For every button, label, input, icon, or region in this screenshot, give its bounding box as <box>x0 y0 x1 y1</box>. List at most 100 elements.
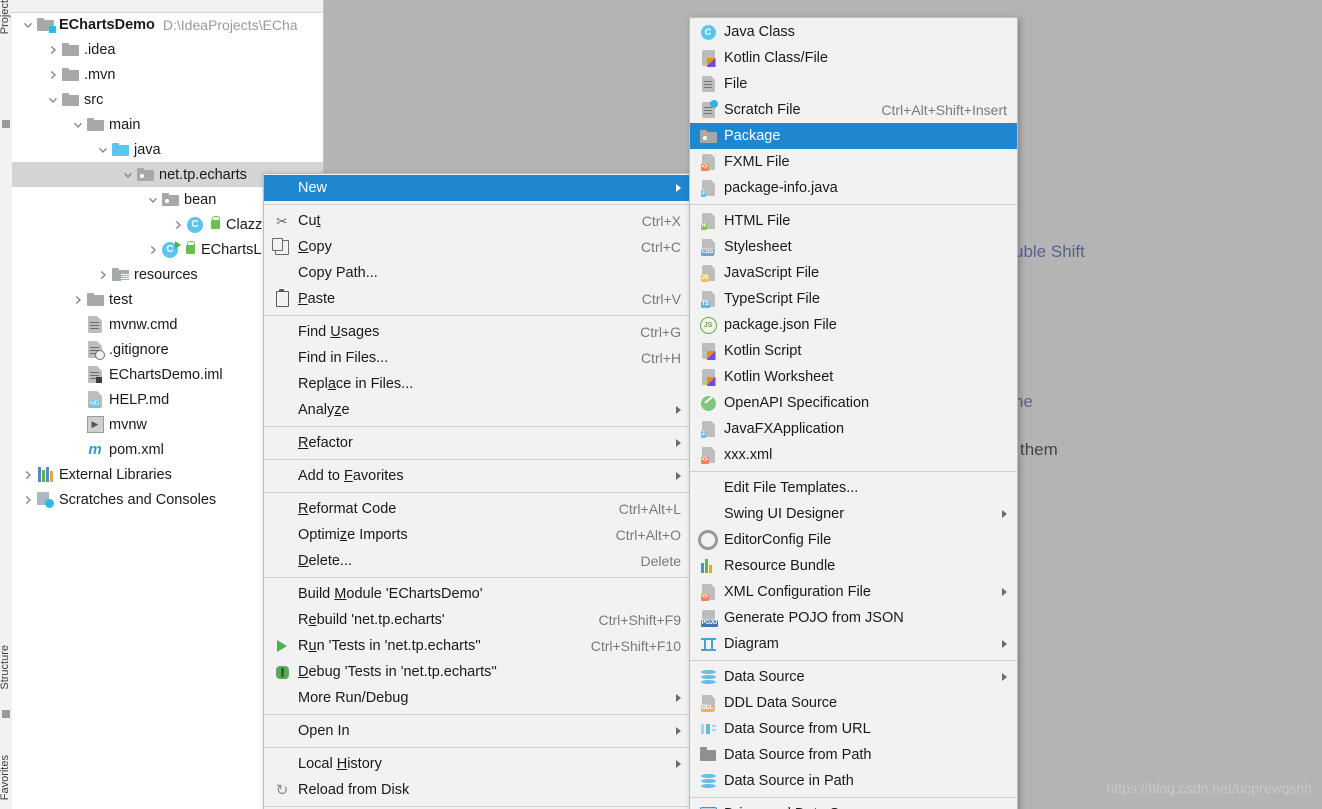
new-submenu-item[interactable]: Package <box>690 123 1017 149</box>
new-submenu-item[interactable]: OpenAPI Specification <box>690 390 1017 416</box>
chevron-down-icon[interactable] <box>120 167 136 183</box>
chevron-right-icon[interactable] <box>70 292 86 308</box>
new-submenu-item[interactable]: Data Source in Path <box>690 768 1017 794</box>
context-menu-item[interactable]: Refactor <box>264 430 691 456</box>
context-menu-item[interactable]: Run 'Tests in 'net.tp.echarts'' Ctrl+Shif… <box>264 633 691 659</box>
new-submenu-item[interactable]: Jpackage-info.java <box>690 175 1017 201</box>
file-icon <box>698 75 718 93</box>
new-submenu-item[interactable]: C Java Class <box>690 19 1017 45</box>
menu-icon-empty <box>272 585 292 603</box>
new-submenu-item[interactable]: Data Source from URL <box>690 716 1017 742</box>
new-submenu[interactable]: C Java Class Kotlin Class/File File Scratch … <box>689 17 1018 809</box>
chevron-down-icon[interactable] <box>95 142 111 158</box>
context-menu-item[interactable]: More Run/Debug <box>264 685 691 711</box>
menu-icon-empty <box>272 349 292 367</box>
new-submenu-item[interactable]: <> xxx.xml <box>690 442 1017 468</box>
context-menu-item[interactable]: ✂ Cut Ctrl+X <box>264 208 691 234</box>
context-menu-item[interactable]: ↻ Reload from Disk <box>264 777 691 803</box>
new-submenu-item[interactable]: JS JavaScript File <box>690 260 1017 286</box>
debug-icon <box>275 665 289 679</box>
new-submenu-item[interactable]: Kotlin Script <box>690 338 1017 364</box>
new-submenu-item[interactable]: Scratch File Ctrl+Alt+Shift+Insert <box>690 97 1017 123</box>
context-menu-item[interactable]: Reformat Code Ctrl+Alt+L <box>264 496 691 522</box>
module-folder-icon <box>36 16 56 34</box>
tree-item-label: Clazz <box>226 216 263 233</box>
context-menu[interactable]: New ✂ Cut Ctrl+X Copy Ctrl+C Copy Path... Paste… <box>263 173 692 809</box>
context-menu-item[interactable]: Delete... Delete <box>264 548 691 574</box>
context-menu-item[interactable]: Rebuild 'net.tp.echarts' Ctrl+Shift+F9 <box>264 607 691 633</box>
tree-row[interactable]: .idea <box>12 37 323 62</box>
new-submenu-item[interactable]: H HTML File <box>690 208 1017 234</box>
chevron-right-icon[interactable] <box>95 267 111 283</box>
chevron-down-icon[interactable] <box>45 92 61 108</box>
tree-row[interactable]: .mvn <box>12 62 323 87</box>
tree-item-label: resources <box>134 266 198 283</box>
folder-open-icon <box>700 746 716 761</box>
new-submenu-item[interactable]: Driver and Data Source <box>690 801 1017 809</box>
context-menu-item[interactable]: Find Usages Ctrl+G <box>264 319 691 345</box>
context-menu-item[interactable]: Analyze <box>264 397 691 423</box>
menu-item-label: OpenAPI Specification <box>724 395 870 411</box>
menu-item-shortcut: Ctrl+C <box>640 239 681 255</box>
openapi-icon <box>700 395 716 411</box>
chevron-right-icon[interactable] <box>20 467 36 483</box>
new-submenu-item[interactable]: POJO Generate POJO from JSON <box>690 605 1017 631</box>
new-submenu-item[interactable]: Kotlin Class/File <box>690 45 1017 71</box>
context-menu-item[interactable]: Copy Path... <box>264 260 691 286</box>
nodejs-icon: JS <box>699 316 717 334</box>
menu-separator <box>264 714 691 715</box>
context-menu-item[interactable]: Open In <box>264 718 691 744</box>
tree-row[interactable]: main <box>12 112 323 137</box>
new-submenu-item[interactable]: JS package.json File <box>690 312 1017 338</box>
new-submenu-item[interactable]: CSS Stylesheet <box>690 234 1017 260</box>
tool-window-structure-label[interactable]: Structure <box>0 645 11 690</box>
context-menu-item[interactable]: Copy Ctrl+C <box>264 234 691 260</box>
chevron-down-icon[interactable] <box>70 117 86 133</box>
diagram-icon <box>700 637 716 651</box>
context-menu-item[interactable]: New <box>264 175 691 201</box>
html-file-icon: H <box>698 212 718 230</box>
new-submenu-item[interactable]: <> FXML File <box>690 149 1017 175</box>
new-submenu-item[interactable]: Swing UI Designer <box>690 501 1017 527</box>
new-submenu-item[interactable]: Resource Bundle <box>690 553 1017 579</box>
tool-window-favorites-label[interactable]: Favorites <box>0 755 11 800</box>
chevron-right-icon[interactable] <box>145 242 161 258</box>
new-submenu-item[interactable]: File <box>690 71 1017 97</box>
context-menu-item[interactable]: Build Module 'EChartsDemo' <box>264 581 691 607</box>
context-menu-item[interactable]: Optimize Imports Ctrl+Alt+O <box>264 522 691 548</box>
new-submenu-item[interactable]: Data Source from Path <box>690 742 1017 768</box>
chevron-down-icon[interactable] <box>145 192 161 208</box>
context-menu-item[interactable]: Add to Favorites <box>264 463 691 489</box>
tree-row[interactable]: EChartsDemo D:\IdeaProjects\ECha <box>12 12 323 37</box>
new-submenu-item[interactable]: <> XML Configuration File <box>690 579 1017 605</box>
chevron-right-icon[interactable] <box>170 217 186 233</box>
new-submenu-item[interactable]: Data Source <box>690 664 1017 690</box>
html-file-icon: H <box>700 213 715 230</box>
new-submenu-item[interactable]: TS TypeScript File <box>690 286 1017 312</box>
cut-icon: ✂ <box>272 212 292 230</box>
kotlin-file-icon <box>701 369 715 385</box>
tree-row[interactable]: java <box>12 137 323 162</box>
context-menu-item[interactable]: Replace in Files... <box>264 371 691 397</box>
new-submenu-item[interactable]: DDL DDL Data Source <box>690 690 1017 716</box>
context-menu-item[interactable]: Debug 'Tests in 'net.tp.echarts'' <box>264 659 691 685</box>
chevron-right-icon[interactable] <box>20 492 36 508</box>
menu-item-label: Copy <box>298 239 332 255</box>
new-submenu-item[interactable]: Edit File Templates... <box>690 475 1017 501</box>
tool-window-project-label[interactable]: Project <box>0 0 11 34</box>
chevron-right-icon[interactable] <box>45 67 61 83</box>
tree-row[interactable]: src <box>12 87 323 112</box>
maven-pom-icon: m <box>88 441 102 458</box>
chevron-right-icon[interactable] <box>45 42 61 58</box>
menu-item-label: Find Usages <box>298 324 380 340</box>
tree-item-label: EChartsDemo.iml <box>109 366 223 383</box>
new-submenu-item[interactable]: Diagram <box>690 631 1017 657</box>
context-menu-item[interactable]: Find in Files... Ctrl+H <box>264 345 691 371</box>
new-submenu-item[interactable]: Kotlin Worksheet <box>690 364 1017 390</box>
new-submenu-item[interactable]: EditorConfig File <box>690 527 1017 553</box>
new-submenu-item[interactable]: J JavaFXApplication <box>690 416 1017 442</box>
chevron-down-icon[interactable] <box>20 17 36 33</box>
context-menu-item[interactable]: Paste Ctrl+V <box>264 286 691 312</box>
context-menu-item[interactable]: Local History <box>264 751 691 777</box>
